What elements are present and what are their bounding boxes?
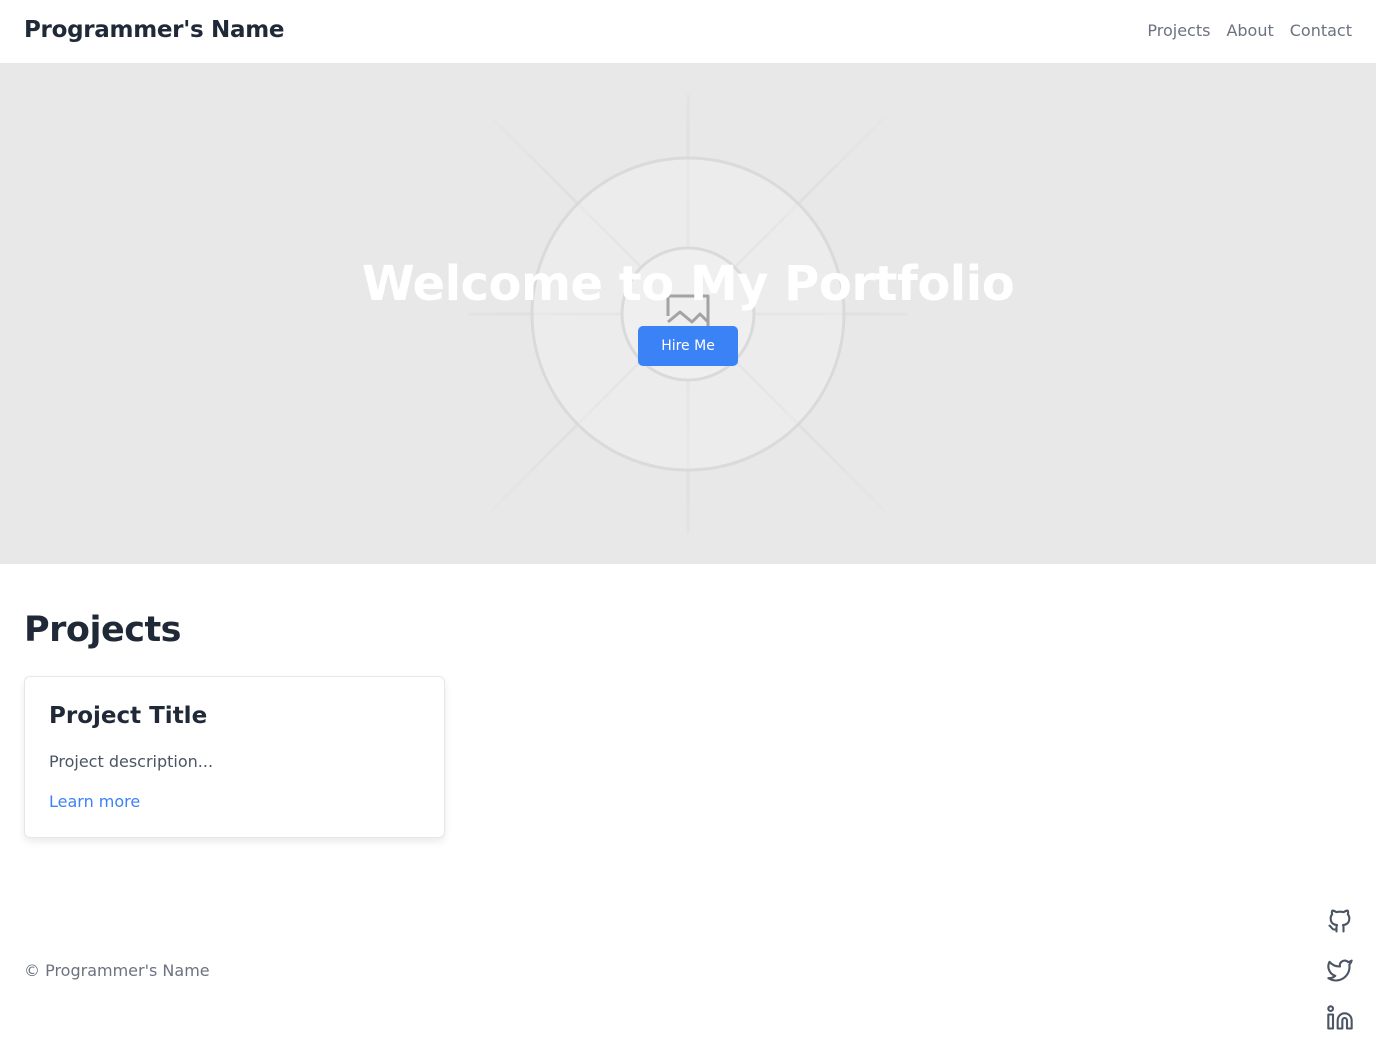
footer-copyright: © Programmer's Name xyxy=(24,961,210,980)
learn-more-link[interactable]: Learn more xyxy=(49,792,140,811)
nav-projects-link[interactable]: Projects xyxy=(1147,21,1210,40)
brand-logo-text[interactable]: Programmer's Name xyxy=(24,17,284,43)
project-title: Project Title xyxy=(49,703,208,729)
github-icon[interactable] xyxy=(1326,907,1354,935)
twitter-icon[interactable] xyxy=(1326,956,1354,984)
main-nav: Projects About Contact xyxy=(1147,21,1352,40)
hire-me-button[interactable]: Hire Me xyxy=(638,326,738,366)
project-description: Project description... xyxy=(49,752,214,771)
linkedin-icon[interactable] xyxy=(1326,1004,1354,1032)
nav-contact-link[interactable]: Contact xyxy=(1290,21,1352,40)
hero-title: Welcome to My Portfolio xyxy=(361,256,1015,312)
image-placeholder-icon xyxy=(468,94,908,534)
site-header: Programmer's Name Projects About Contact xyxy=(0,0,1376,64)
projects-heading: Projects xyxy=(24,610,182,650)
project-card: Project Title Project description... Lea… xyxy=(24,676,445,838)
hero-section: Welcome to My Portfolio Hire Me xyxy=(0,64,1376,564)
nav-about-link[interactable]: About xyxy=(1226,21,1273,40)
